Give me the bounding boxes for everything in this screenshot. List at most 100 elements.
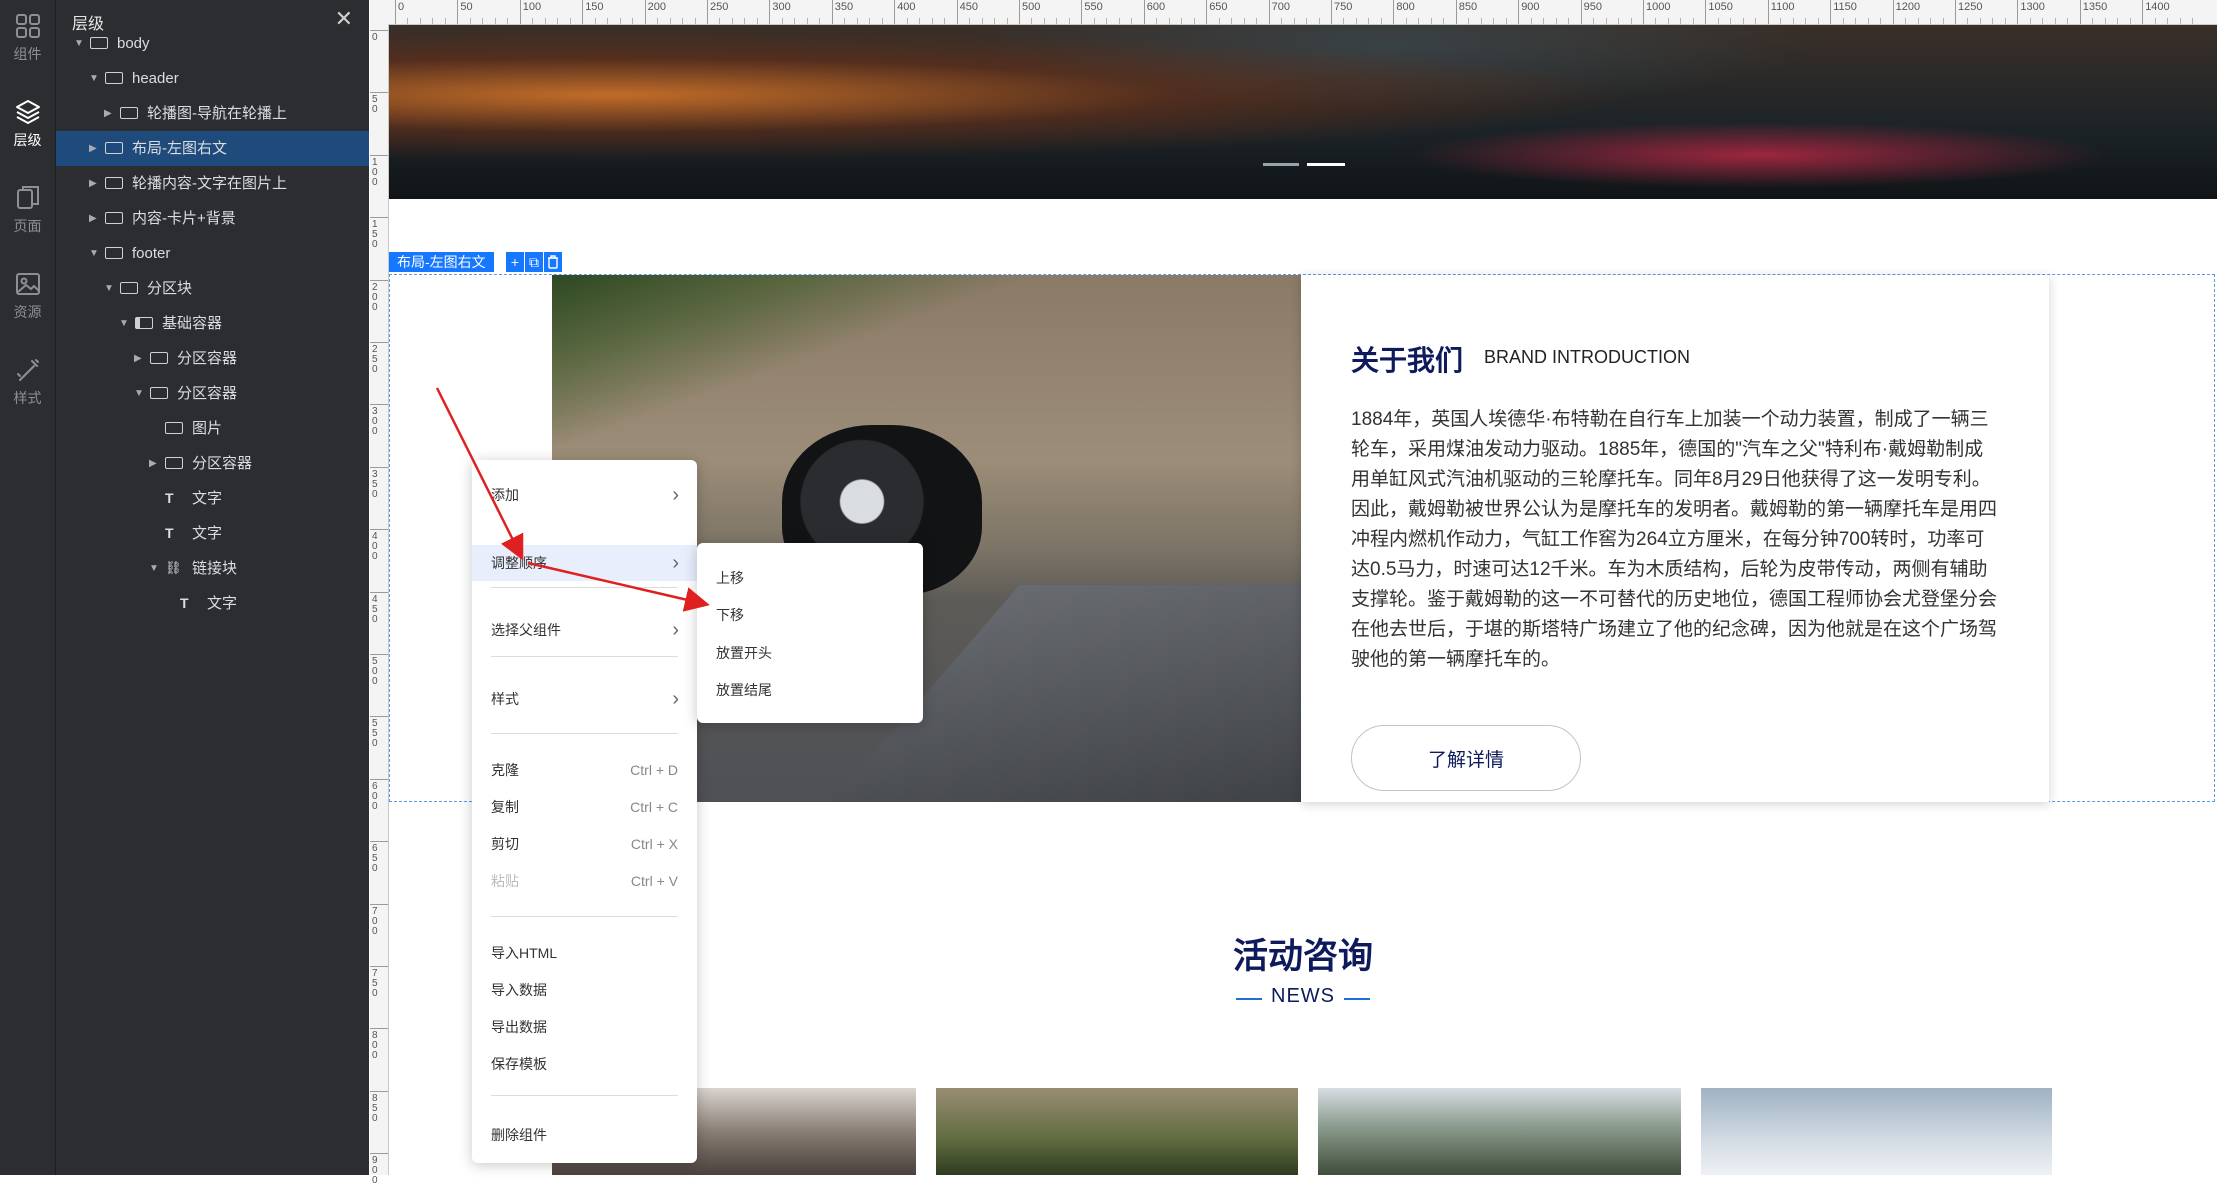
- layer-row[interactable]: ▼ 分区块: [56, 271, 369, 306]
- context-menu-item[interactable]: 导出数据: [472, 1009, 697, 1045]
- context-menu-item[interactable]: 保存模板: [472, 1046, 697, 1082]
- rail-styles[interactable]: 样式: [0, 344, 55, 424]
- caret-down-icon[interactable]: ▼: [149, 551, 159, 586]
- ruler-minor-tick: [1979, 18, 1981, 24]
- layer-label: 分区容器: [192, 455, 253, 472]
- ruler-minor-tick: [1355, 18, 1357, 24]
- layer-row[interactable]: ▶ 轮播内容-文字在图片上: [56, 166, 369, 201]
- context-menu-item[interactable]: 剪切 Ctrl + X: [472, 826, 697, 862]
- caret-down-icon[interactable]: ▼: [89, 61, 99, 96]
- context-menu-item[interactable]: 粘贴 Ctrl + V: [472, 863, 697, 899]
- layer-row[interactable]: ▶ 内容-卡片+背景: [56, 201, 369, 236]
- ruler-tick: [1518, 0, 1520, 24]
- section-icon: [120, 282, 138, 294]
- ruler-minor-tick: [1156, 18, 1158, 24]
- context-menu-item[interactable]: 样式 ›: [472, 681, 697, 717]
- layer-label: header: [132, 70, 179, 87]
- carousel-dot-active[interactable]: [1307, 163, 1345, 166]
- submenu-item-label: 放置开头: [716, 645, 772, 661]
- layer-row[interactable]: ▼ body: [56, 26, 369, 61]
- layer-row[interactable]: ▶ 布局-左图右文: [56, 131, 369, 166]
- ruler-minor-tick: [1530, 18, 1532, 24]
- caret-down-icon[interactable]: ▼: [134, 376, 144, 411]
- caret-right-icon[interactable]: ▶: [104, 96, 112, 131]
- submenu-item[interactable]: 上移: [697, 560, 923, 596]
- layer-row[interactable]: T 文字: [56, 516, 369, 551]
- context-menu-item[interactable]: 删除组件: [472, 1117, 697, 1153]
- caret-right-icon[interactable]: ▶: [89, 131, 97, 166]
- brush-icon: [16, 359, 39, 381]
- about-paragraph: 1884年，英国人埃德华·布特勒在自行车上加装一个动力装置，制成了一辆三轮车，采…: [1351, 409, 1998, 670]
- layer-label: 分区容器: [177, 350, 238, 367]
- caret-right-icon[interactable]: ▶: [134, 341, 142, 376]
- layer-row[interactable]: ▼ 基础容器: [56, 306, 369, 341]
- caret-right-icon[interactable]: ▶: [149, 446, 157, 481]
- ruler-minor-tick: [1443, 18, 1445, 24]
- menu-shortcut: Ctrl + D: [630, 762, 678, 778]
- ruler-minor-tick: [944, 18, 946, 24]
- ruler-tick: [370, 529, 388, 531]
- duplicate-icon[interactable]: ⧉: [525, 252, 543, 272]
- ruler-minor-tick: [1630, 18, 1632, 24]
- caret-right-icon[interactable]: ▶: [89, 201, 97, 236]
- ruler-minor-tick: [756, 18, 758, 24]
- context-menu-item[interactable]: 复制 Ctrl + C: [472, 789, 697, 825]
- submenu-item-label: 下移: [716, 607, 744, 623]
- add-icon[interactable]: +: [506, 252, 524, 272]
- ruler-minor-tick: [719, 18, 721, 24]
- layer-row[interactable]: T 文字: [56, 481, 369, 516]
- layer-row[interactable]: ▶ 分区容器: [56, 341, 369, 376]
- ruler-minor-tick: [694, 18, 696, 24]
- context-menu-item[interactable]: 调整顺序 ›: [472, 545, 697, 581]
- submenu-item[interactable]: 下移: [697, 597, 923, 633]
- news-card-image[interactable]: [936, 1088, 1298, 1175]
- rail-layers[interactable]: 层级: [0, 86, 55, 166]
- ruler-minor-tick: [994, 18, 996, 24]
- ruler-minor-tick: [532, 18, 534, 24]
- ruler-minor-tick: [2042, 18, 2044, 24]
- layer-row[interactable]: ▼ footer: [56, 236, 369, 271]
- rail-assets[interactable]: 资源: [0, 258, 55, 338]
- context-menu-item[interactable]: 添加 ›: [472, 477, 697, 513]
- ruler-minor-tick: [669, 18, 671, 24]
- ruler-minor-tick: [1805, 18, 1807, 24]
- ruler-label: 850: [1458, 1, 1478, 13]
- layer-row[interactable]: ▶ 轮播图-导航在轮播上: [56, 96, 369, 131]
- learn-more-button[interactable]: 了解详情: [1351, 725, 1581, 791]
- layer-row[interactable]: 图片: [56, 411, 369, 446]
- layer-row[interactable]: ▼ header: [56, 61, 369, 96]
- layer-row[interactable]: ▶ 分区容器: [56, 446, 369, 481]
- layer-label: 文字: [207, 595, 238, 612]
- ruler-minor-tick: [1855, 18, 1857, 24]
- ruler-minor-tick: [1318, 18, 1320, 24]
- news-card-image[interactable]: [1701, 1088, 2052, 1175]
- context-menu-item[interactable]: 克隆 Ctrl + D: [472, 752, 697, 788]
- ruler-minor-tick: [1780, 18, 1782, 24]
- selection-tag[interactable]: 布局-左图右文: [389, 252, 494, 272]
- submenu-item[interactable]: 放置结尾: [697, 672, 923, 708]
- layer-row[interactable]: ▼ 分区容器: [56, 376, 369, 411]
- rail-pages[interactable]: 页面: [0, 172, 55, 252]
- caret-down-icon[interactable]: ▼: [89, 236, 99, 271]
- caret-down-icon[interactable]: ▼: [74, 26, 84, 61]
- context-menu-item[interactable]: 导入数据: [472, 972, 697, 1008]
- delete-icon[interactable]: [544, 252, 562, 272]
- ruler-minor-tick: [906, 18, 908, 24]
- context-menu-item[interactable]: 选择父组件 ›: [472, 612, 697, 648]
- caret-down-icon[interactable]: ▼: [104, 271, 114, 306]
- submenu-item[interactable]: 放置开头: [697, 635, 923, 671]
- context-menu-item[interactable]: 导入HTML: [472, 935, 697, 971]
- menu-item-label: 添加: [491, 487, 519, 503]
- news-card-image[interactable]: [1318, 1088, 1681, 1175]
- caret-down-icon[interactable]: ▼: [119, 306, 129, 341]
- carousel-dot[interactable]: [1263, 163, 1299, 166]
- layer-row[interactable]: ▼ ⛓ 链接块: [56, 551, 369, 586]
- ruler-minor-tick: [1967, 18, 1969, 24]
- ruler-tick: [370, 217, 388, 219]
- rail-components[interactable]: 组件: [0, 0, 55, 80]
- caret-right-icon[interactable]: ▶: [89, 166, 97, 201]
- layer-row[interactable]: T 文字: [56, 586, 369, 621]
- ruler-minor-tick: [1618, 18, 1620, 24]
- chevron-right-icon: ›: [672, 484, 679, 506]
- ruler-minor-tick: [1043, 18, 1045, 24]
